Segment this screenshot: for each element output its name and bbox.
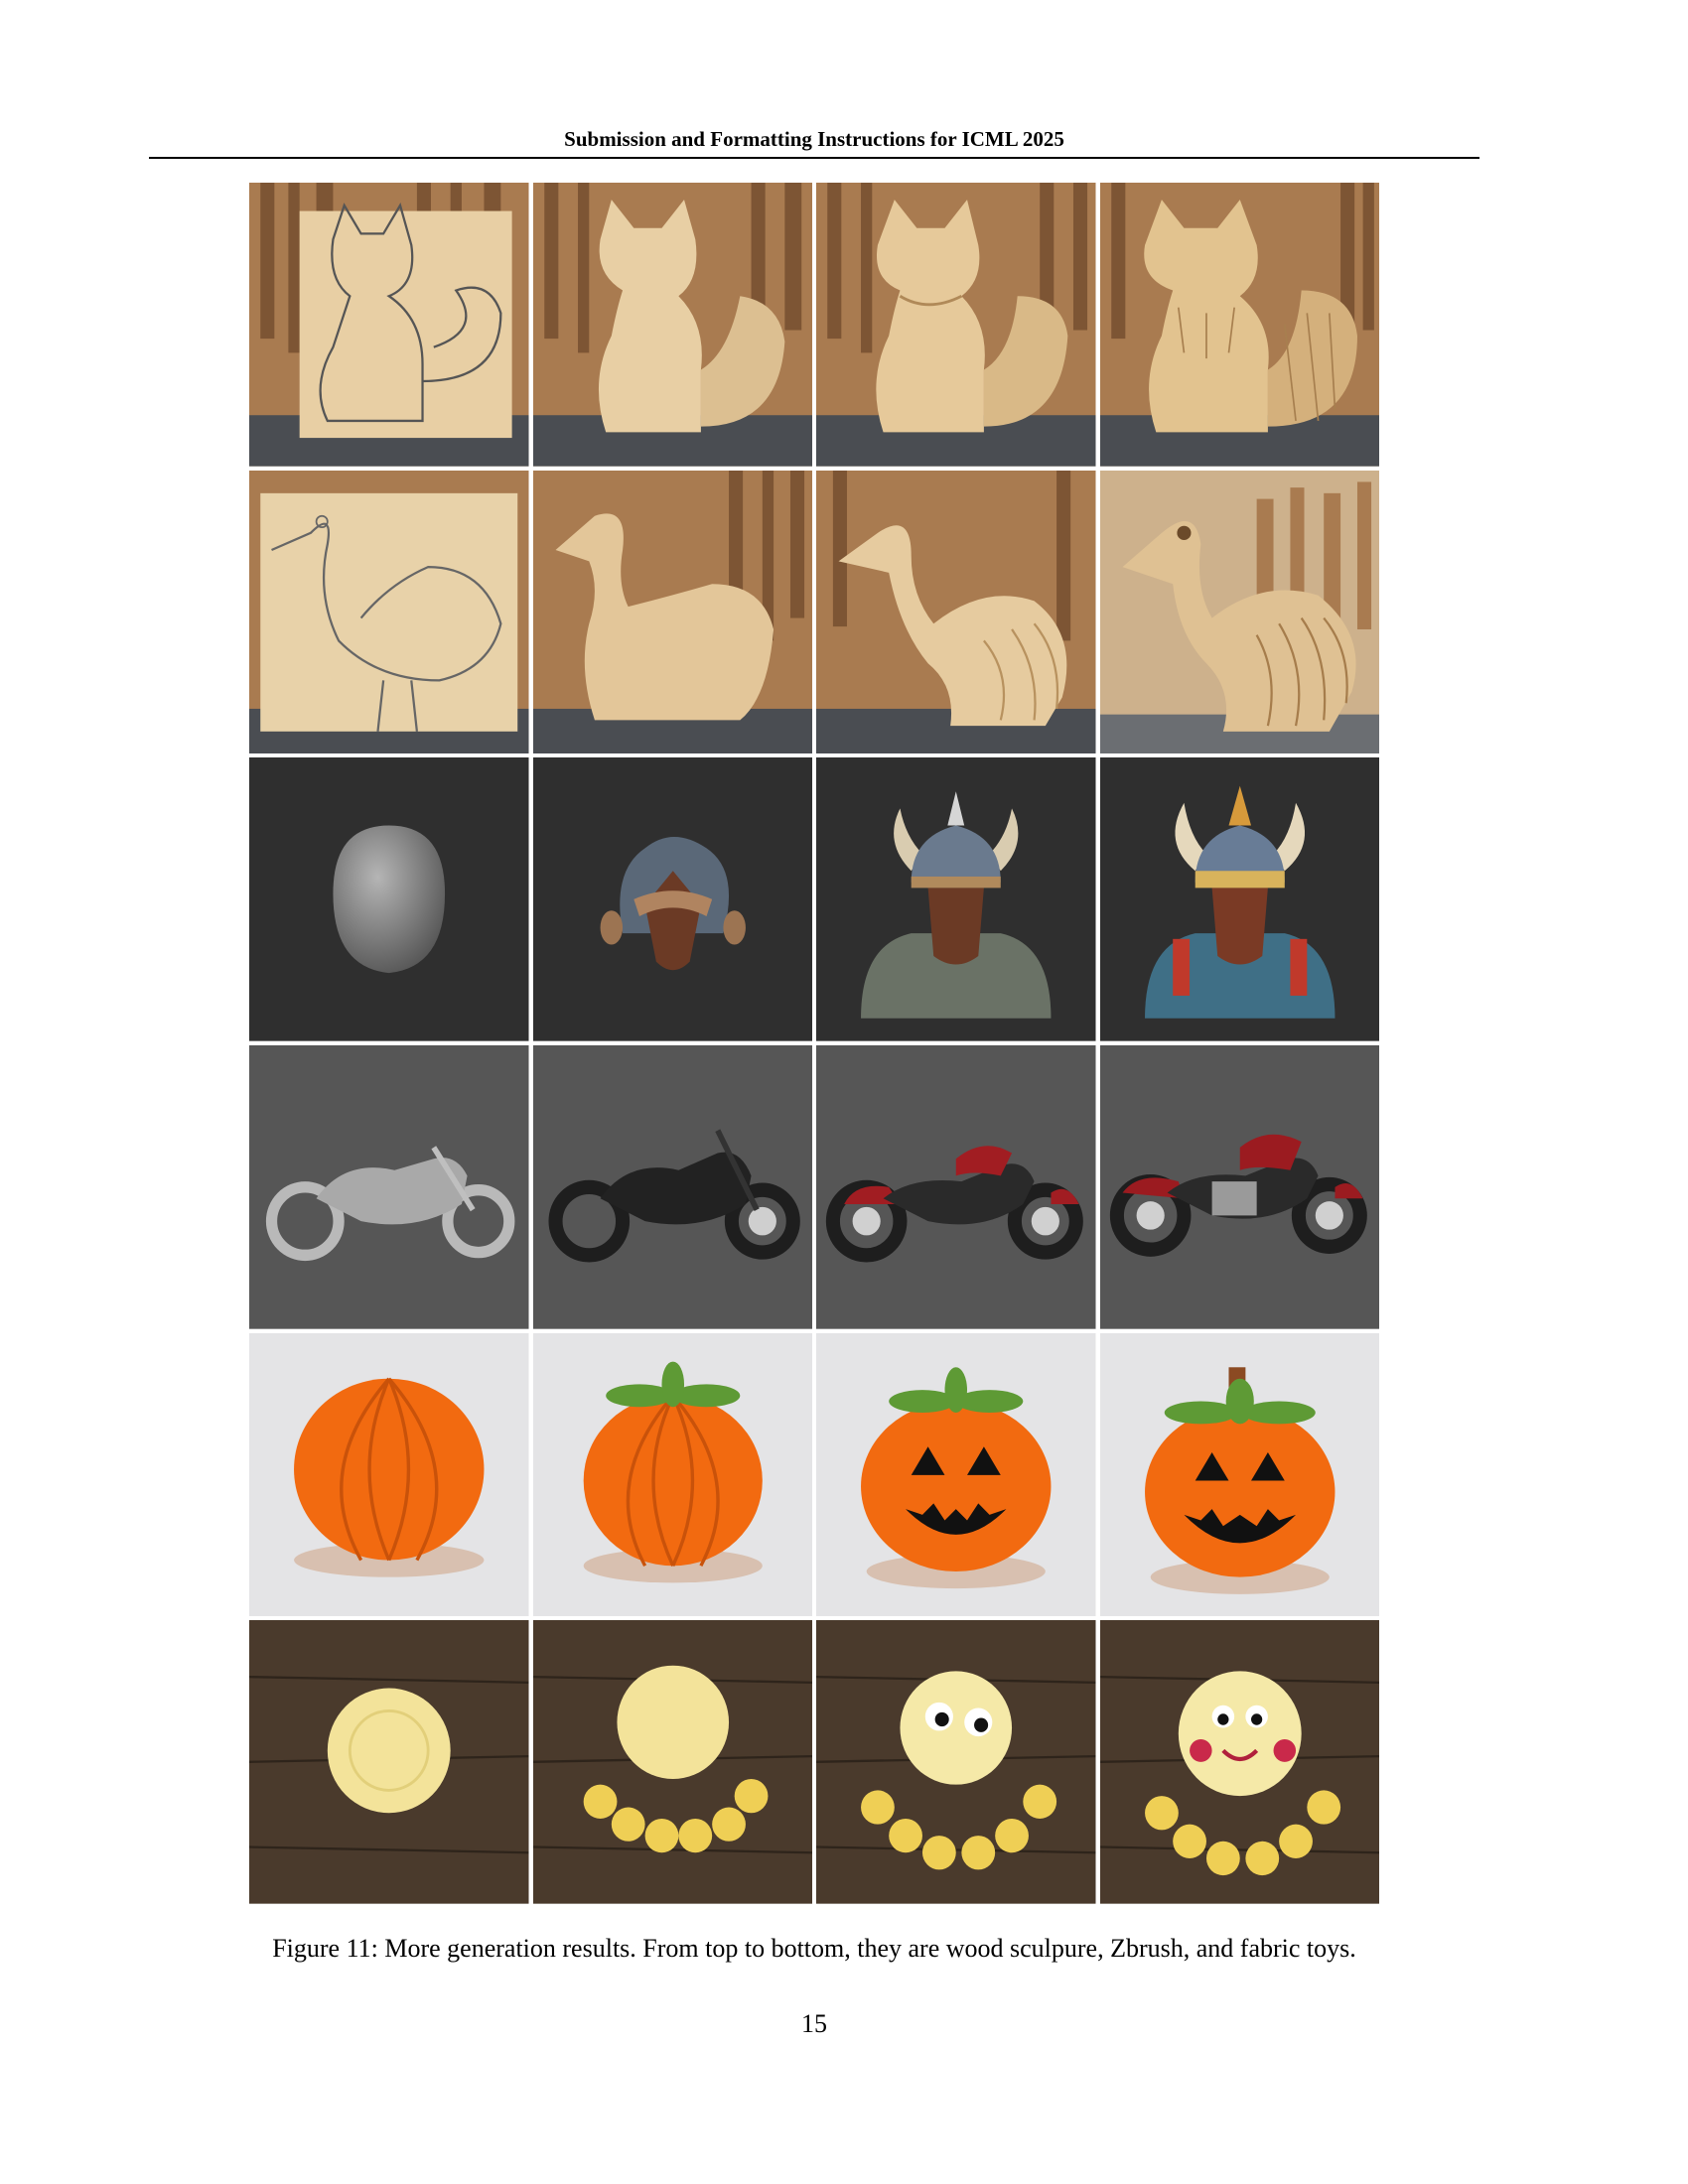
octopus-stage-2-image	[532, 1620, 812, 1904]
pumpkin-stage-4-image	[1099, 1332, 1379, 1617]
octopus-stage-3-image	[816, 1620, 1096, 1904]
fox-stage-3-image	[816, 183, 1096, 467]
pumpkin-stage-2-image	[532, 1332, 812, 1617]
helmet-stage-3-image	[816, 757, 1096, 1041]
fox-stage-4-image	[1099, 183, 1379, 467]
fox-stage-1-image	[249, 183, 529, 467]
bird-stage-2-image	[532, 470, 812, 754]
bird-stage-1-image	[249, 470, 529, 754]
motorcycle-stage-2-image	[532, 1044, 812, 1329]
pumpkin-stage-3-image	[816, 1332, 1096, 1617]
octopus-stage-4-image	[1099, 1620, 1379, 1904]
fox-stage-2-image	[532, 183, 812, 467]
motorcycle-stage-4-image	[1099, 1044, 1379, 1329]
running-header: Submission and Formatting Instructions f…	[564, 127, 1064, 151]
helmet-stage-2-image	[532, 757, 812, 1041]
pumpkin-stage-1-image	[249, 1332, 529, 1617]
paper-page: Submission and Formatting Instructions f…	[0, 0, 1688, 2184]
motorcycle-stage-3-image	[816, 1044, 1096, 1329]
helmet-stage-1-image	[249, 757, 529, 1041]
motorcycle-stage-1-image	[249, 1044, 529, 1329]
figure-grid	[249, 183, 1379, 1904]
bird-stage-3-image	[816, 470, 1096, 754]
page-number: 15	[801, 2009, 827, 2038]
bird-stage-4-image	[1099, 470, 1379, 754]
figure-caption: Figure 11: More generation results. From…	[272, 1934, 1356, 1963]
octopus-stage-1-image	[249, 1620, 529, 1904]
header-rule	[149, 157, 1479, 159]
helmet-stage-4-image	[1099, 757, 1379, 1041]
